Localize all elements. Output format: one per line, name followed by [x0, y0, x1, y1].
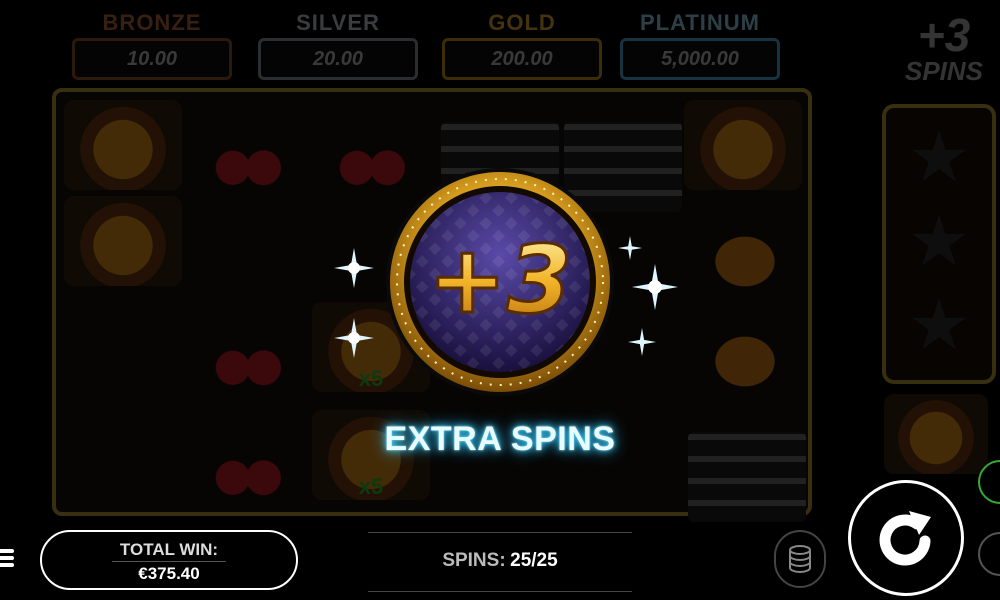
jackpot-name: BRONZE — [102, 10, 202, 35]
side-bonus-text: SPINS — [904, 56, 984, 86]
jackpot-silver: SILVER 20.00 — [258, 10, 418, 80]
sparkle-icon — [334, 248, 374, 288]
spin-arrow-icon — [879, 511, 931, 566]
total-win-value: €375.40 — [138, 564, 200, 583]
divider — [112, 561, 226, 562]
spins-label: SPINS: — [442, 550, 506, 571]
jackpot-name: GOLD — [488, 10, 556, 35]
spins-value: 25/25 — [510, 550, 558, 571]
spin-button[interactable] — [848, 480, 964, 596]
bonus-star-meter: ★ ★ ★ — [882, 104, 996, 384]
sparkle-icon — [618, 236, 642, 260]
menu-icon[interactable] — [0, 546, 14, 568]
pumpkin-symbol — [684, 100, 802, 190]
jackpot-value: 20.00 — [258, 38, 418, 80]
popup-amount: +3 — [428, 226, 572, 335]
bet-button[interactable] — [774, 530, 826, 588]
jackpot-value: 5,000.00 — [620, 38, 780, 80]
jackpot-name: PLATINUM — [639, 10, 761, 35]
coin-stack-icon — [789, 545, 811, 574]
side-bonus-amount: +3 — [917, 9, 971, 61]
sparkle-icon — [632, 264, 678, 310]
jackpot-gold: GOLD 200.00 — [442, 10, 602, 80]
jackpot-platinum: PLATINUM 5,000.00 — [620, 10, 780, 80]
cherry-symbol — [188, 112, 306, 202]
sparkle-icon — [334, 318, 374, 358]
extra-spins-coin: +3 — [386, 168, 614, 396]
bar-symbol — [688, 432, 806, 522]
star-icon: ★ — [907, 118, 971, 196]
cherry-symbol — [188, 312, 306, 402]
sparkle-icon — [628, 328, 656, 356]
star-icon: ★ — [907, 286, 971, 364]
cherry-symbol — [188, 422, 306, 512]
pumpkin-symbol — [884, 394, 988, 474]
pumpkin-symbol — [64, 100, 182, 190]
star-icon: ★ — [907, 202, 971, 280]
jackpot-value: 200.00 — [442, 38, 602, 80]
total-win-panel: TOTAL WIN: €375.40 — [40, 530, 298, 590]
jackpot-value: 10.00 — [72, 38, 232, 80]
bell-symbol — [686, 212, 804, 302]
extra-spins-title: EXTRA SPINS — [384, 420, 616, 458]
bell-symbol — [686, 312, 804, 402]
total-win-label: TOTAL WIN: — [119, 540, 219, 559]
spins-counter: SPINS: 25/25 — [368, 532, 632, 592]
pumpkin-symbol — [64, 196, 182, 286]
jackpot-bronze: BRONZE 10.00 — [72, 10, 232, 80]
side-bonus-label: +3 SPINS — [894, 12, 994, 84]
jackpot-name: SILVER — [296, 10, 380, 35]
